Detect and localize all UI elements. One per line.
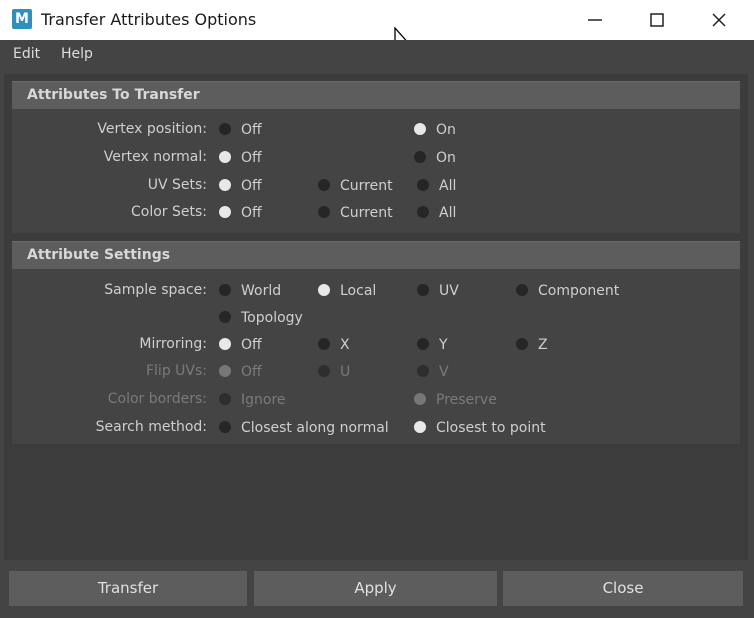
vertex-normal-off-radio[interactable] <box>219 151 231 163</box>
color-sets-all-label: All <box>439 205 457 221</box>
color-borders-label: Color borders: <box>107 391 207 407</box>
sample-space-local-label: Local <box>340 283 377 299</box>
flip-uvs-v-label: V <box>439 364 449 380</box>
mirroring-y-radio[interactable] <box>417 338 429 350</box>
mirroring-z-label: Z <box>538 337 548 353</box>
uv-sets-label: UV Sets: <box>147 177 207 193</box>
maximize-button[interactable] <box>635 4 679 36</box>
vertex-normal-off-label: Off <box>241 150 262 166</box>
search-method-closest-to-point-label: Closest to point <box>436 420 546 436</box>
mirroring-label: Mirroring: <box>139 336 207 352</box>
section-title: Attribute Settings <box>27 247 171 263</box>
sample-space-component-radio[interactable] <box>516 284 528 296</box>
color-borders-ignore-radio <box>219 393 231 405</box>
vertex-position-off-label: Off <box>241 122 262 138</box>
search-method-label: Search method: <box>95 419 207 435</box>
mirroring-z-radio[interactable] <box>516 338 528 350</box>
search-method-closest-along-normal-label: Closest along normal <box>241 420 389 436</box>
vertex-position-on-radio[interactable] <box>414 123 426 135</box>
section-title: Attributes To Transfer <box>27 87 200 103</box>
menu-bar: Edit Help <box>0 40 754 70</box>
minimize-button[interactable] <box>573 4 617 36</box>
uv-sets-current-label: Current <box>340 178 393 194</box>
color-sets-off-label: Off <box>241 205 262 221</box>
mirroring-x-label: X <box>340 337 350 353</box>
uv-sets-off-radio[interactable] <box>219 179 231 191</box>
vertex-position-on-label: On <box>436 122 456 138</box>
vertex-normal-on-radio[interactable] <box>414 151 426 163</box>
uv-sets-current-radio[interactable] <box>318 179 330 191</box>
uv-sets-all-label: All <box>439 178 457 194</box>
apply-button[interactable]: Apply <box>254 571 497 606</box>
search-method-closest-to-point-radio[interactable] <box>414 421 426 433</box>
maya-app-icon: M <box>12 9 32 29</box>
sample-space-topology-label: Topology <box>241 310 303 326</box>
vertex-normal-on-label: On <box>436 150 456 166</box>
search-method-closest-along-normal-radio[interactable] <box>219 421 231 433</box>
sample-space-label: Sample space: <box>104 282 207 298</box>
sample-space-uv-label: UV <box>439 283 459 299</box>
color-sets-current-radio[interactable] <box>318 206 330 218</box>
vertex-position-label: Vertex position: <box>97 121 207 137</box>
section-header-attribute-settings[interactable]: Attribute Settings <box>12 241 740 269</box>
mirroring-x-radio[interactable] <box>318 338 330 350</box>
flip-uvs-off-label: Off <box>241 364 262 380</box>
close-icon <box>712 13 726 27</box>
sample-space-component-label: Component <box>538 283 620 299</box>
sample-space-uv-radio[interactable] <box>417 284 429 296</box>
uv-sets-off-label: Off <box>241 178 262 194</box>
color-borders-ignore-label: Ignore <box>241 392 286 408</box>
mirroring-off-label: Off <box>241 337 262 353</box>
mirroring-off-radio[interactable] <box>219 338 231 350</box>
vertex-normal-label: Vertex normal: <box>103 149 207 165</box>
sample-space-world-radio[interactable] <box>219 284 231 296</box>
flip-uvs-u-radio <box>318 365 330 377</box>
menu-edit[interactable]: Edit <box>13 46 40 62</box>
flip-uvs-off-radio <box>219 365 231 377</box>
color-borders-preserve-radio <box>414 393 426 405</box>
window-title: Transfer Attributes Options <box>41 10 257 29</box>
menu-help[interactable]: Help <box>61 46 93 62</box>
vertex-position-off-radio[interactable] <box>219 123 231 135</box>
color-sets-off-radio[interactable] <box>219 206 231 218</box>
transfer-button[interactable]: Transfer <box>9 571 247 606</box>
section-header-attributes-to-transfer[interactable]: Attributes To Transfer <box>12 81 740 109</box>
flip-uvs-label: Flip UVs: <box>145 363 207 379</box>
close-button[interactable]: Close <box>503 571 743 606</box>
color-sets-current-label: Current <box>340 205 393 221</box>
sample-space-world-label: World <box>241 283 282 299</box>
close-window-button[interactable] <box>697 4 741 36</box>
uv-sets-all-radio[interactable] <box>417 179 429 191</box>
maximize-icon <box>650 13 664 27</box>
color-sets-label: Color Sets: <box>130 204 207 220</box>
color-sets-all-radio[interactable] <box>417 206 429 218</box>
mirroring-y-label: Y <box>439 337 448 353</box>
title-bar: M Transfer Attributes Options <box>0 0 754 56</box>
color-borders-preserve-label: Preserve <box>436 392 497 408</box>
minimize-icon <box>588 19 602 21</box>
sample-space-topology-radio[interactable] <box>219 311 231 323</box>
flip-uvs-v-radio <box>417 365 429 377</box>
sample-space-local-radio[interactable] <box>318 284 330 296</box>
flip-uvs-u-label: U <box>340 364 351 380</box>
